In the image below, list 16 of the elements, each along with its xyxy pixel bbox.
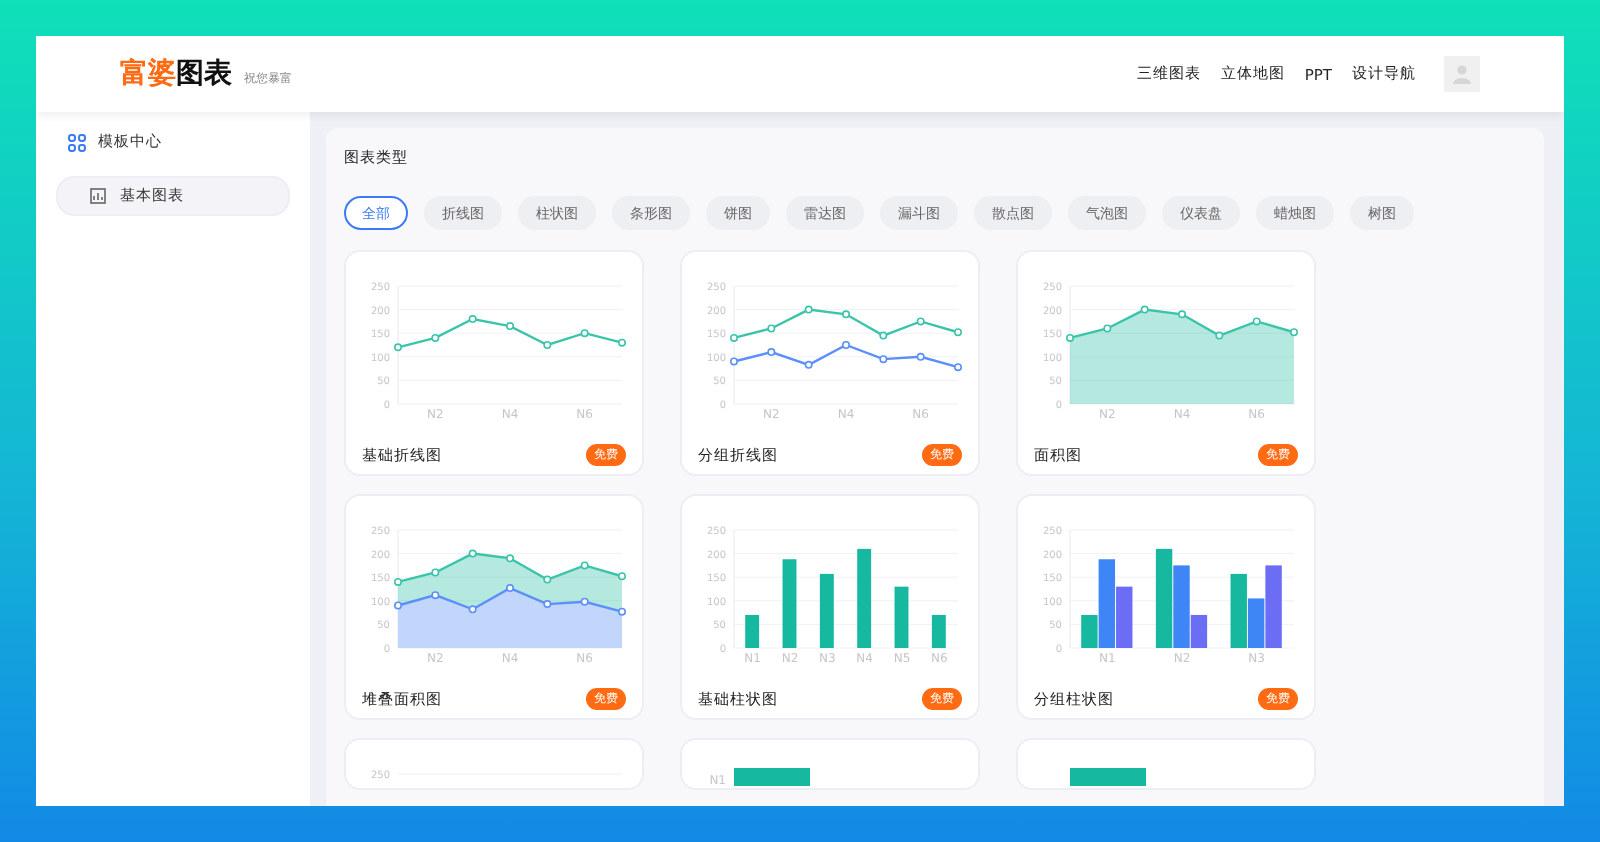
bar xyxy=(819,573,834,648)
bar xyxy=(782,559,797,648)
chart-card[interactable] xyxy=(1016,738,1316,790)
user-icon xyxy=(1452,64,1472,84)
brand-logo: 富婆 xyxy=(120,56,176,92)
bar xyxy=(745,614,760,648)
bar xyxy=(734,768,810,786)
bar xyxy=(857,548,872,648)
avatar[interactable] xyxy=(1444,56,1480,92)
bar xyxy=(931,614,946,648)
bar xyxy=(1070,768,1146,786)
grid-icon xyxy=(68,133,86,151)
bar xyxy=(894,586,909,648)
brand-logo: 图表 xyxy=(176,56,232,92)
image-icon xyxy=(90,188,106,204)
bar xyxy=(1155,548,1173,648)
